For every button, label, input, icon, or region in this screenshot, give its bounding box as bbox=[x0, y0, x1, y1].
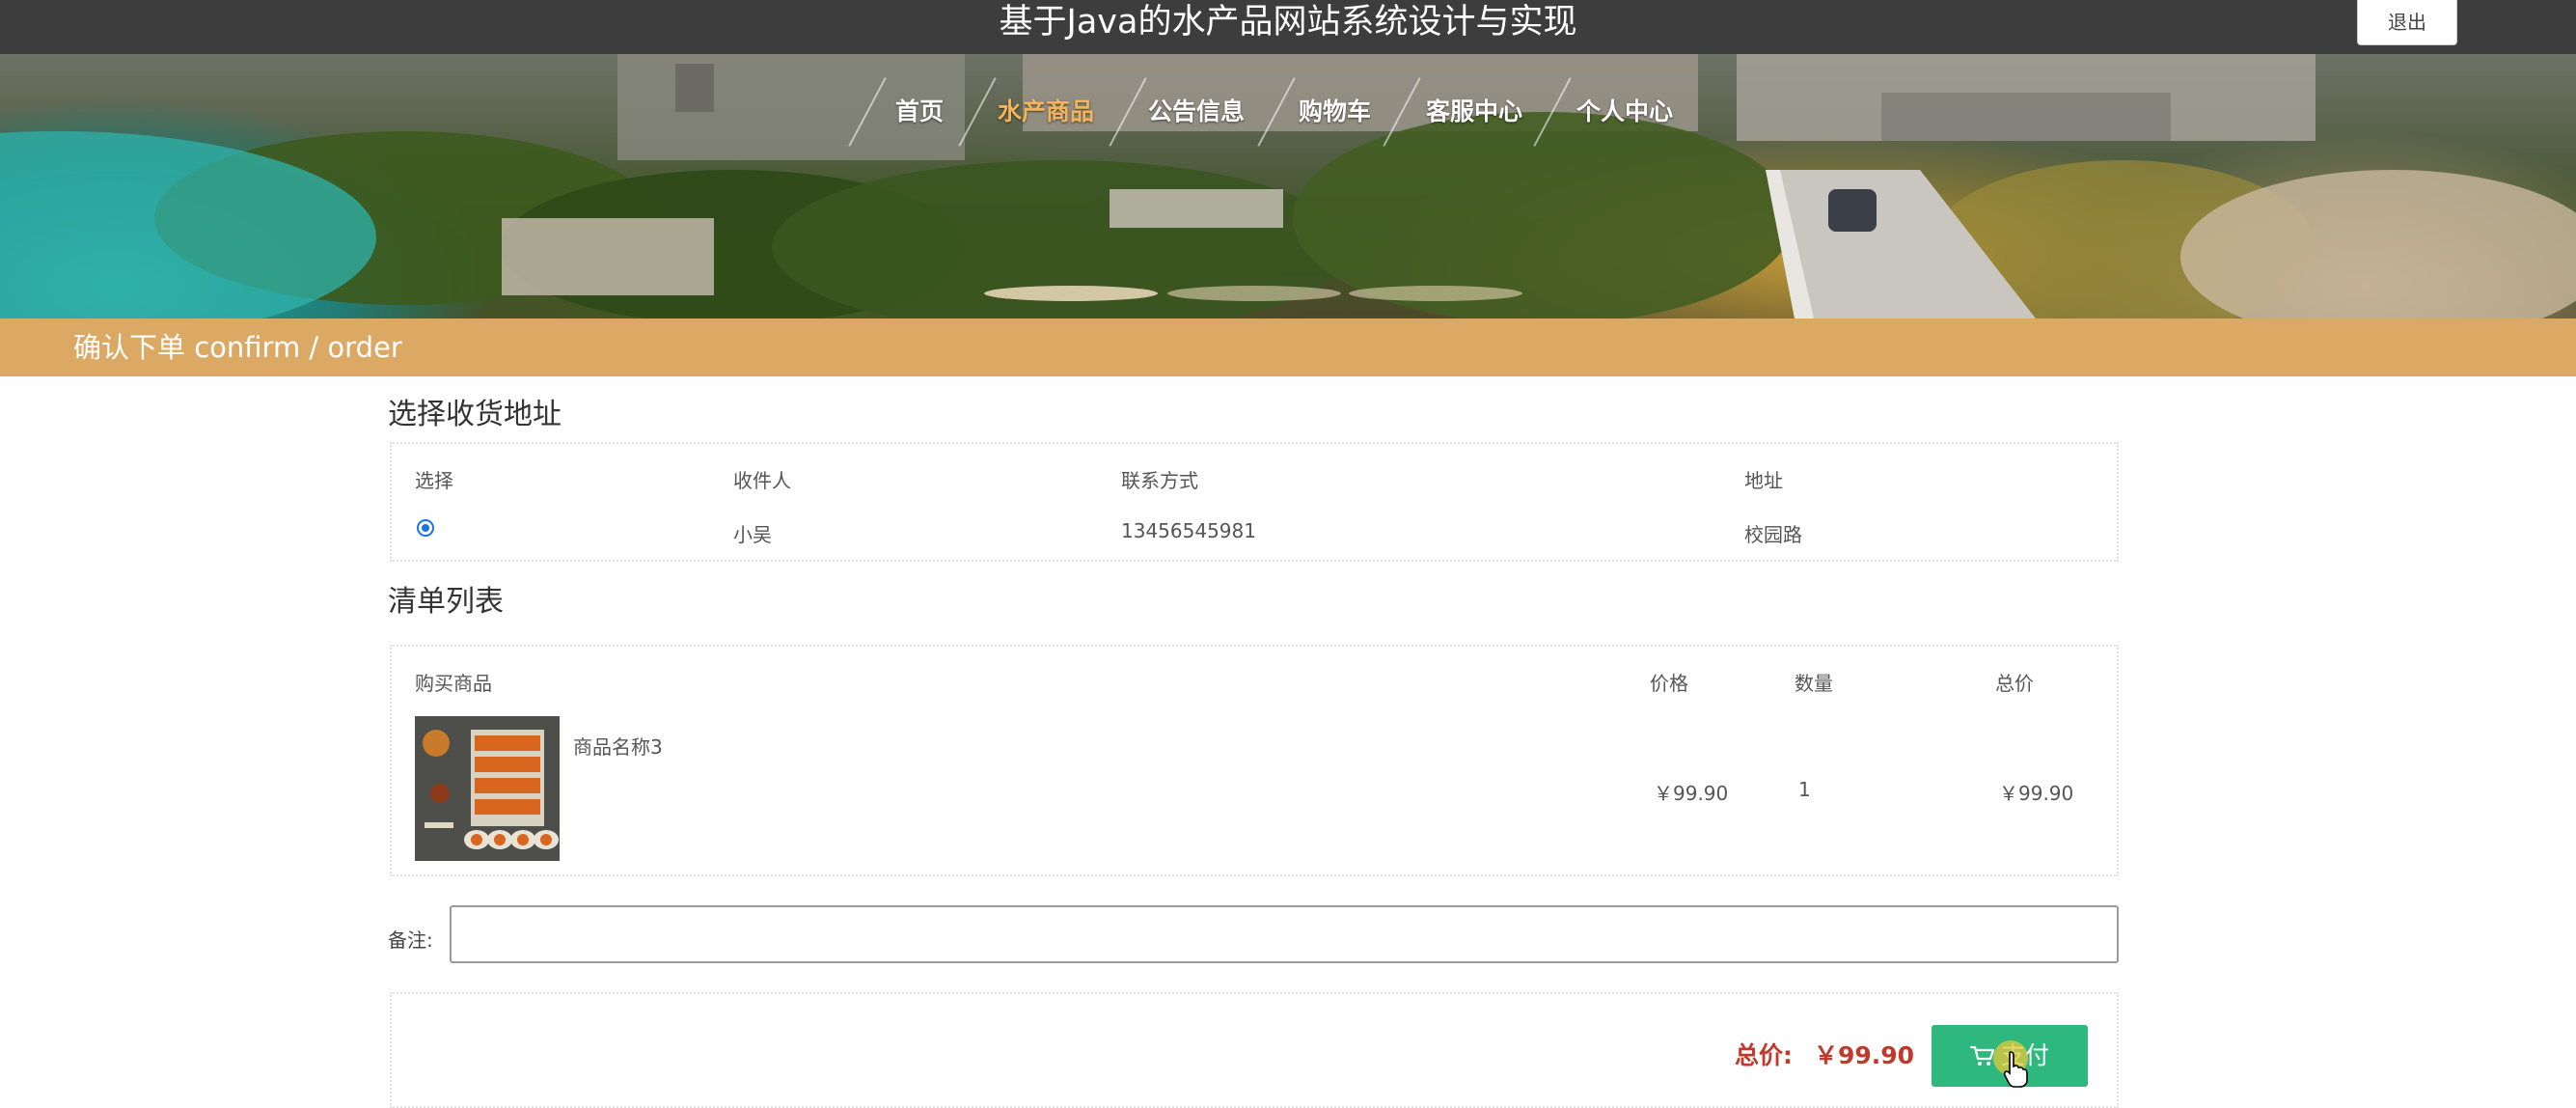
logout-button[interactable]: 退出 bbox=[2357, 0, 2457, 45]
order-table: 购买商品 价格 数量 总价 商品名称3 ￥99.90 1 ￥99.90 bbox=[390, 645, 2119, 876]
remark-input[interactable] bbox=[450, 905, 2119, 963]
nav-separator bbox=[848, 77, 887, 147]
hand-cursor-icon bbox=[2003, 1051, 2028, 1088]
nav-item-support[interactable]: 客服中心 bbox=[1426, 93, 1522, 131]
nav-separator bbox=[1257, 77, 1296, 147]
nav-item-home[interactable]: 首页 bbox=[895, 93, 944, 131]
main-nav: 首页 水产商品 公告信息 购物车 客服中心 个人中心 bbox=[0, 54, 2576, 170]
nav-separator bbox=[1383, 77, 1421, 147]
total-value: ￥99.90 bbox=[1814, 1041, 1915, 1069]
nav-separator bbox=[958, 77, 997, 147]
column-header-product: 购买商品 bbox=[415, 672, 492, 695]
product-name[interactable]: 商品名称3 bbox=[573, 732, 663, 760]
seafood-platter-image[interactable] bbox=[415, 716, 560, 861]
column-header-recipient: 收件人 bbox=[733, 469, 791, 492]
nav-item-cart[interactable]: 购物车 bbox=[1299, 93, 1371, 131]
product-quantity: 1 bbox=[1798, 778, 1811, 801]
order-list-heading: 清单列表 bbox=[388, 585, 504, 619]
address-select-radio[interactable] bbox=[417, 519, 434, 537]
remark-label: 备注: bbox=[388, 928, 433, 952]
address-street: 校园路 bbox=[1744, 523, 1802, 546]
slider-dot-2[interactable] bbox=[1167, 286, 1341, 301]
nav-item-announcements[interactable]: 公告信息 bbox=[1148, 93, 1245, 131]
product-subtotal: ￥99.90 bbox=[1999, 782, 2074, 805]
slider-dot-1[interactable] bbox=[984, 286, 1158, 301]
address-recipient: 小吴 bbox=[733, 523, 772, 546]
address-phone: 13456545981 bbox=[1121, 519, 1256, 542]
column-header-quantity: 数量 bbox=[1795, 672, 1833, 695]
column-header-address: 地址 bbox=[1744, 469, 1783, 492]
section-title: 确认下单 confirm / order bbox=[73, 331, 402, 364]
site-title: 基于Java的水产品网站系统设计与实现 bbox=[999, 3, 1577, 42]
column-header-subtotal: 总价 bbox=[1995, 672, 2034, 695]
nav-separator bbox=[1109, 77, 1147, 147]
top-bar: 基于Java的水产品网站系统设计与实现 退出 bbox=[0, 0, 2576, 54]
cart-icon bbox=[1970, 1045, 1995, 1066]
column-header-select: 选择 bbox=[415, 469, 453, 492]
nav-item-products[interactable]: 水产商品 bbox=[998, 93, 1094, 131]
slider-dot-3[interactable] bbox=[1349, 286, 1522, 301]
column-header-price: 价格 bbox=[1650, 672, 1688, 695]
product-price: ￥99.90 bbox=[1654, 782, 1729, 805]
address-heading: 选择收货地址 bbox=[388, 398, 562, 431]
nav-separator bbox=[1533, 77, 1572, 147]
section-header-bar: 确认下单 confirm / order bbox=[0, 319, 2576, 376]
address-table: 选择 收件人 联系方式 地址 小吴 13456545981 校园路 bbox=[390, 442, 2119, 562]
nav-item-profile[interactable]: 个人中心 bbox=[1576, 93, 1673, 131]
column-header-phone: 联系方式 bbox=[1121, 469, 1198, 492]
total-label: 总价: bbox=[1735, 1041, 1793, 1069]
